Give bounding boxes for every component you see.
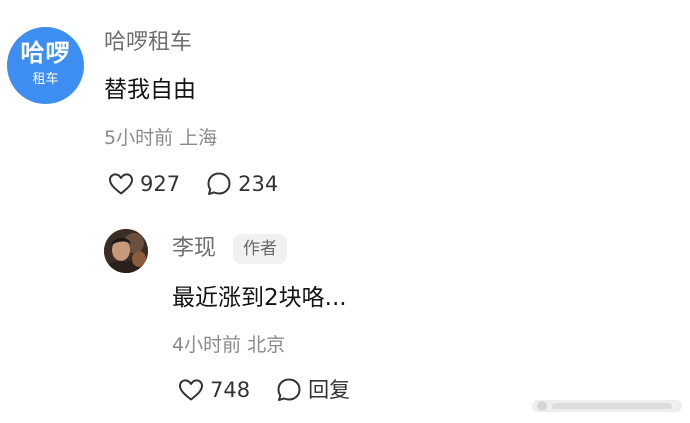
watermark <box>532 396 682 416</box>
heart-outline-icon <box>178 378 204 402</box>
reply-like-count: 748 <box>210 378 251 402</box>
reply-location: 北京 <box>247 334 286 356</box>
reply-time: 4小时前 <box>172 334 242 356</box>
reply-count: 234 <box>238 172 279 196</box>
reply-avatar[interactable] <box>104 229 148 273</box>
reply-label: 回复 <box>308 378 351 402</box>
reply-button[interactable]: 回复 <box>276 376 350 404</box>
author-badge: 作者 <box>233 234 287 264</box>
heart-outline-icon <box>108 172 134 196</box>
avatar-brand-subtext: 租车 <box>32 72 59 87</box>
reply-actions: 748 回复 <box>178 376 350 404</box>
like-button[interactable]: 927 <box>108 170 180 198</box>
speech-bubble-icon <box>276 377 302 403</box>
reply-text: 最近涨到2块咯... <box>172 285 347 311</box>
reply-username[interactable]: 李现 <box>172 234 216 264</box>
like-count: 927 <box>140 172 181 196</box>
comment-location: 上海 <box>179 127 218 149</box>
comment-actions: 927 234 <box>108 170 278 198</box>
comment-reply-button[interactable]: 234 <box>206 170 278 198</box>
reply-meta: 4小时前 北京 <box>172 331 285 359</box>
reply-like-button[interactable]: 748 <box>178 376 250 404</box>
avatar-brand-text: 哈啰 <box>20 39 71 67</box>
comment-username[interactable]: 哈啰租车 <box>104 28 192 58</box>
comment-time: 5小时前 <box>104 127 174 149</box>
comment-meta: 5小时前 上海 <box>104 124 217 152</box>
avatar[interactable]: 哈啰 租车 <box>7 27 84 104</box>
speech-bubble-icon <box>206 171 232 197</box>
comment-text: 替我自由 <box>104 77 196 103</box>
